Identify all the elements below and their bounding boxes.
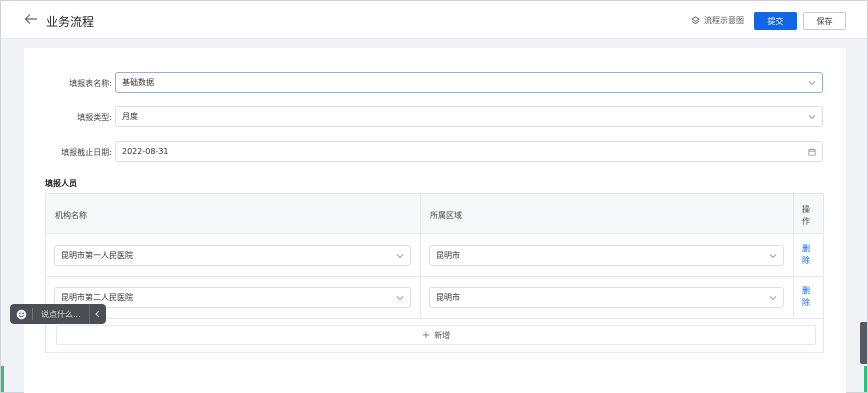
chevron-down-icon [396,254,404,259]
form-type-value: 月度 [122,112,138,121]
deadline-date-picker[interactable]: 2022-08-31 [115,141,823,162]
region-value: 昆明市 [436,251,460,260]
edge-indicator-left [1,366,4,392]
chevron-down-icon [808,115,816,120]
chevron-left-svg [95,310,100,318]
org-value: 昆明市第二人民医院 [61,293,133,302]
layers-icon [691,16,700,25]
column-header-org: 机构名称 [55,211,87,220]
chevron-left-icon[interactable] [89,304,105,324]
header-bar: 业务流程 流程示意图 提交 保存 [1,1,867,39]
delete-row-1-link[interactable]: 删除 [802,243,812,267]
page-title: 业务流程 [46,15,95,29]
form-name-select[interactable]: 基础数据 [115,72,823,93]
row-divider [46,276,823,277]
plus-icon: + [421,329,431,341]
arrow-left-icon[interactable] [23,11,39,27]
flow-diagram-label: 流程示意图 [704,16,744,25]
calendar-icon [808,148,816,156]
chat-input[interactable]: 说点什么... [33,309,89,320]
side-panel-handle[interactable] [860,322,867,364]
row-divider [46,318,823,319]
main-content: 填报表名称: 基础数据 填报类型: 月度 填报截止日期: 2022-08-31 … [24,48,846,393]
flow-diagram-link[interactable]: 流程示意图 [691,15,744,26]
deadline-label: 填报截止日期: [61,148,112,157]
smile-icon[interactable] [10,304,32,324]
chevron-down-icon [808,81,816,86]
delete-row-2-link[interactable]: 删除 [802,285,812,309]
region-select-row-2[interactable]: 昆明市 [429,287,784,308]
org-select-row-1[interactable]: 昆明市第一人民医院 [54,245,411,266]
region-select-row-1[interactable]: 昆明市 [429,245,784,266]
chevron-down-icon [769,254,777,259]
save-button[interactable]: 保存 [803,12,846,30]
submit-button[interactable]: 提交 [754,12,797,30]
add-row-label: 新增 [434,330,451,340]
table-header-row: 机构名称 所属区域 操作 [46,194,823,234]
column-header-action: 操作 [802,205,810,226]
form-name-value: 基础数据 [122,78,154,87]
region-value: 昆明市 [436,293,460,302]
form-name-label: 填报表名称: [69,79,112,88]
chat-widget: 说点什么... [10,304,106,324]
chevron-down-icon [396,296,404,301]
org-select-row-2[interactable]: 昆明市第二人民医院 [54,287,411,308]
deadline-value: 2022-08-31 [122,147,169,156]
column-divider [793,194,794,318]
people-table: 机构名称 所属区域 操作 昆明市第一人民医院 昆明市 删除 昆明市第二人民医院 … [45,193,824,353]
edge-indicator-right [864,366,867,392]
chevron-down-icon [769,296,777,301]
org-value: 昆明市第一人民医院 [61,251,133,260]
section-title-people: 填报人员 [45,179,77,188]
column-header-region: 所属区域 [430,211,462,220]
form-type-label: 填报类型: [77,113,112,122]
add-row-button[interactable]: + 新增 [56,325,816,345]
column-divider [420,194,421,318]
form-type-select[interactable]: 月度 [115,106,823,127]
smile-face-svg [16,309,26,319]
